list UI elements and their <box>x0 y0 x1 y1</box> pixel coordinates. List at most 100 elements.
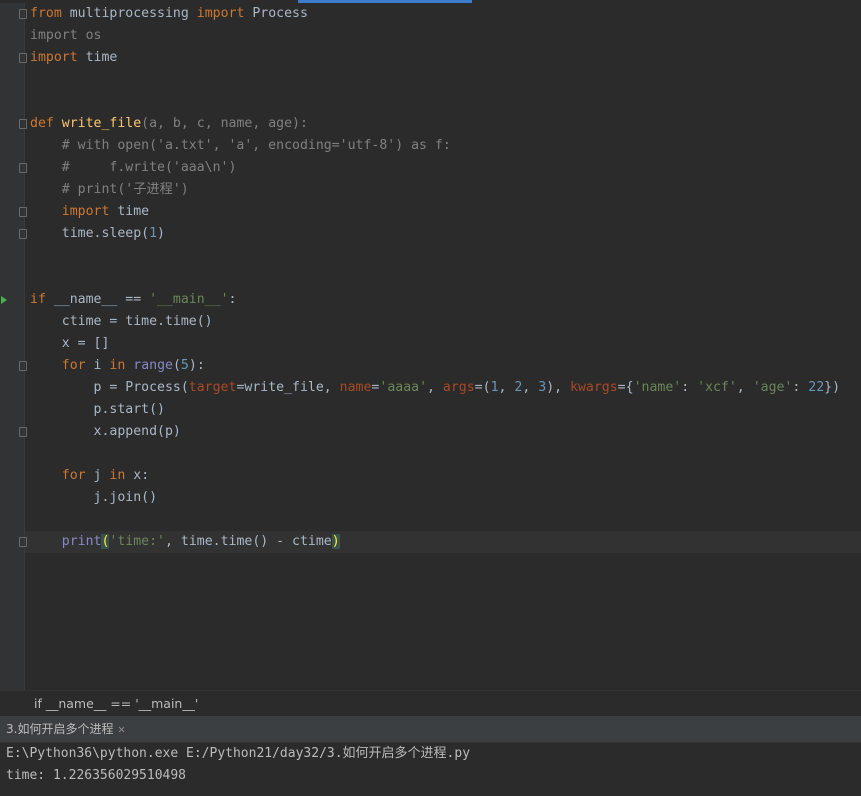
code-token: if <box>30 292 46 307</box>
code-token: 'xcf' <box>697 380 737 395</box>
code-token: range <box>133 358 173 373</box>
code-token: ( <box>172 358 181 373</box>
fold-marker-icon[interactable] <box>19 537 27 547</box>
code-token: p.start() <box>30 402 165 417</box>
code-token: in <box>109 468 126 483</box>
code-token: , <box>736 380 753 395</box>
code-token: import <box>61 204 110 219</box>
code-editor[interactable]: from multiprocessing import Process impor… <box>0 3 861 690</box>
code-line[interactable]: ctime = time.time() <box>30 311 213 333</box>
console-line-command: E:\Python36\python.exe E:/Python21/day32… <box>6 746 471 761</box>
code-token: ) <box>331 534 340 549</box>
code-token: __name__ == <box>45 292 150 307</box>
close-icon[interactable]: ✕ <box>118 716 125 742</box>
code-line[interactable]: j.join() <box>30 487 158 509</box>
code-line[interactable]: time.sleep(1) <box>30 223 165 245</box>
code-token: : <box>681 380 698 395</box>
code-token: : <box>792 380 809 395</box>
code-token: , time.time() - ctime <box>165 534 332 549</box>
code-token: i <box>85 358 110 373</box>
code-token: # with open('a.txt', 'a', encoding='utf-… <box>30 138 451 153</box>
code-token: 1 <box>490 380 499 395</box>
code-token: ): <box>188 358 205 373</box>
code-token: multiprocessing <box>61 6 197 21</box>
code-token: =write_file, <box>236 380 340 395</box>
run-gutter-icon[interactable] <box>1 296 7 304</box>
fold-marker-icon[interactable] <box>19 229 27 239</box>
code-line[interactable]: x = [] <box>30 333 110 355</box>
code-token: =( <box>474 380 491 395</box>
code-token: 5 <box>180 358 189 373</box>
code-token: in <box>109 358 126 373</box>
code-token: '__main__' <box>149 292 229 307</box>
code-token: 'time:' <box>109 534 165 549</box>
code-token: ), <box>546 380 571 395</box>
code-token: # f.write('aaa\n') <box>30 160 237 175</box>
fold-marker-icon[interactable] <box>19 427 27 437</box>
code-token: for <box>61 468 86 483</box>
code-line[interactable]: from multiprocessing import Process <box>30 3 308 25</box>
code-token: target <box>188 380 237 395</box>
code-token: 22 <box>808 380 825 395</box>
code-line[interactable]: def write_file(a, b, c, name, age): <box>30 113 308 135</box>
code-token: ctime = time.time() <box>30 314 213 329</box>
code-token: print <box>61 534 102 549</box>
code-token: : <box>228 292 237 307</box>
code-token: 3 <box>538 380 547 395</box>
code-line[interactable]: import os <box>30 25 101 47</box>
code-token: kwargs <box>570 380 618 395</box>
code-line[interactable]: for i in range(5): <box>30 355 205 377</box>
code-token: time <box>109 204 150 219</box>
code-token: Process <box>244 6 308 21</box>
code-token: p = Process( <box>30 380 189 395</box>
code-line[interactable]: # f.write('aaa\n') <box>30 157 237 179</box>
code-token: name <box>339 380 372 395</box>
code-token: import <box>30 50 78 65</box>
code-line[interactable]: print('time:', time.time() - ctime) <box>30 531 340 553</box>
code-token: 'name' <box>633 380 682 395</box>
code-token: import os <box>30 28 102 43</box>
code-token: # print('子进程') <box>30 182 189 197</box>
code-token: (a, b, c, name, age): <box>141 116 308 131</box>
editor-gutter <box>0 3 25 690</box>
code-token: write_file <box>61 116 142 131</box>
code-line[interactable]: import time <box>30 201 149 223</box>
code-token: ={ <box>617 380 634 395</box>
breadcrumb-bar: if __name__ == '__main__' <box>0 690 861 717</box>
fold-marker-icon[interactable] <box>19 361 27 371</box>
code-token: 'age' <box>752 380 793 395</box>
fold-marker-icon[interactable] <box>19 207 27 217</box>
code-token: j.join() <box>30 490 158 505</box>
code-token: x.append(p) <box>30 424 181 439</box>
console-line-output: time: 1.226356029510498 <box>6 768 187 783</box>
fold-marker-icon[interactable] <box>19 119 27 129</box>
code-token: time <box>77 50 118 65</box>
code-token: ) <box>157 226 165 241</box>
code-token: from <box>30 6 62 21</box>
code-line[interactable]: # print('子进程') <box>30 179 189 201</box>
breadcrumb[interactable]: if __name__ == '__main__' <box>34 691 198 717</box>
code-line[interactable]: for j in x: <box>30 465 149 487</box>
fold-marker-icon[interactable] <box>19 9 27 19</box>
fold-marker-icon[interactable] <box>19 53 27 63</box>
code-line[interactable]: p.start() <box>30 399 165 421</box>
fold-marker-icon[interactable] <box>19 163 27 173</box>
code-token: 'aaaa' <box>379 380 428 395</box>
run-console[interactable]: E:\Python36\python.exe E:/Python21/day32… <box>0 743 861 796</box>
code-line[interactable]: import time <box>30 47 117 69</box>
code-line[interactable]: # with open('a.txt', 'a', encoding='utf-… <box>30 135 451 157</box>
code-token: }) <box>824 380 841 395</box>
run-tab-bar: 3.如何开启多个进程 ✕ <box>0 716 861 743</box>
code-line[interactable]: if __name__ == '__main__': <box>30 289 236 311</box>
code-token: args <box>442 380 475 395</box>
code-token: time.sleep( <box>30 226 150 241</box>
code-token: x: <box>125 468 150 483</box>
run-tab[interactable]: 3.如何开启多个进程 <box>0 716 113 742</box>
code-token: x = [] <box>30 336 110 351</box>
code-line[interactable]: x.append(p) <box>30 421 181 443</box>
code-token: for <box>61 358 86 373</box>
code-token: def <box>30 116 62 131</box>
code-line[interactable]: p = Process(target=write_file, name='aaa… <box>30 377 841 399</box>
